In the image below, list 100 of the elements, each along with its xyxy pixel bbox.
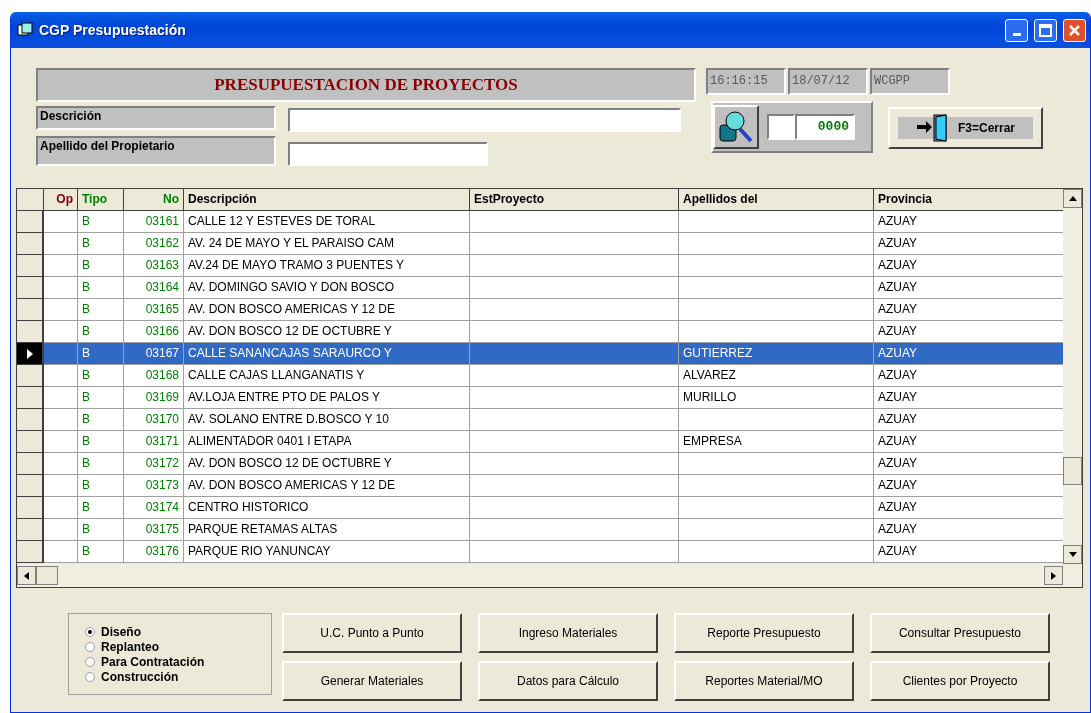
action-button[interactable]: Ingreso Materiales — [478, 613, 658, 653]
radio-option[interactable]: Construcción — [85, 669, 271, 684]
maximize-button[interactable] — [1034, 18, 1057, 42]
table-cell: AZUAY — [874, 233, 1063, 255]
radio-option[interactable]: Replanteo — [85, 639, 271, 654]
row-header[interactable] — [17, 299, 44, 321]
row-header[interactable] — [17, 211, 44, 233]
scroll-right-icon[interactable] — [1044, 566, 1063, 585]
search-button[interactable] — [713, 105, 759, 149]
table-cell — [44, 453, 78, 475]
table-cell: GUTIERREZ — [679, 343, 874, 365]
table-cell — [44, 299, 78, 321]
table-cell: 03165 — [124, 299, 184, 321]
table-cell: 03174 — [124, 497, 184, 519]
row-header[interactable] — [17, 431, 44, 453]
table-cell: AZUAY — [874, 211, 1063, 233]
time-display: 16:16:15 — [706, 68, 786, 95]
radio-button[interactable] — [85, 626, 95, 637]
table-cell: CALLE SANANCAJAS SARAURCO Y — [184, 343, 470, 365]
user-display: WCGPP — [870, 68, 950, 95]
table-cell: B — [78, 255, 124, 277]
table-cell: AV. DON BOSCO 12 DE OCTUBRE Y — [184, 321, 470, 343]
table-cell: PARQUE RETAMAS ALTAS — [184, 519, 470, 541]
column-header[interactable]: Apellidos del — [679, 189, 874, 212]
radio-option[interactable]: Para Contratación — [85, 654, 271, 669]
column-header[interactable]: No — [124, 189, 184, 212]
table-cell: B — [78, 387, 124, 409]
action-button[interactable]: U.C. Punto a Punto — [282, 613, 462, 653]
table-cell — [44, 343, 78, 365]
row-header[interactable] — [17, 387, 44, 409]
table-cell: 03171 — [124, 431, 184, 453]
table-cell: AV. DON BOSCO AMERICAS Y 12 DE — [184, 299, 470, 321]
radio-option[interactable]: Diseño — [85, 624, 271, 639]
input-field[interactable] — [288, 142, 488, 166]
close-icon — [1068, 23, 1081, 37]
table-cell — [44, 321, 78, 343]
action-button[interactable]: Datos para Cálculo — [478, 661, 658, 701]
table-cell: B — [78, 233, 124, 255]
table-cell: AZUAY — [874, 321, 1063, 343]
table-cell: 03164 — [124, 277, 184, 299]
column-header[interactable]: Descripción — [184, 189, 470, 212]
radio-button[interactable] — [85, 671, 95, 682]
scroll-up-icon[interactable] — [1063, 189, 1082, 208]
window-close-button[interactable] — [1063, 18, 1086, 42]
column-header[interactable]: Tipo — [78, 189, 124, 212]
row-header[interactable] — [17, 343, 44, 365]
row-header[interactable] — [17, 255, 44, 277]
scroll-left-icon[interactable] — [17, 566, 36, 585]
column-header[interactable]: Op — [44, 189, 78, 212]
row-header[interactable] — [17, 365, 44, 387]
table-cell: AV. DOMINGO SAVIO Y DON BOSCO — [184, 277, 470, 299]
table-cell: B — [78, 365, 124, 387]
row-header[interactable] — [17, 233, 44, 255]
app-icon — [17, 22, 33, 38]
table-cell — [44, 365, 78, 387]
table-cell: AZUAY — [874, 453, 1063, 475]
action-button[interactable]: Reporte Presupuesto — [674, 613, 854, 653]
scroll-down-icon[interactable] — [1063, 545, 1082, 564]
table-cell: 03167 — [124, 343, 184, 365]
table-cell: AZUAY — [874, 365, 1063, 387]
table-cell: AV. 24 DE MAYO Y EL PARAISO CAM — [184, 233, 470, 255]
table-cell: AV.LOJA ENTRE PTO DE PALOS Y — [184, 387, 470, 409]
table-cell: 03173 — [124, 475, 184, 497]
row-header[interactable] — [17, 541, 44, 563]
table-cell — [44, 497, 78, 519]
row-header[interactable] — [17, 497, 44, 519]
table-cell: B — [78, 475, 124, 497]
row-header[interactable] — [17, 277, 44, 299]
input-field[interactable] — [767, 114, 795, 140]
table-cell: AV. DON BOSCO 12 DE OCTUBRE Y — [184, 453, 470, 475]
table-cell: B — [78, 497, 124, 519]
radio-label: Construcción — [101, 669, 179, 684]
table-cell: B — [78, 453, 124, 475]
action-button[interactable]: Clientes por Proyecto — [870, 661, 1050, 701]
close-button[interactable]: F3=Cerrar — [888, 107, 1043, 149]
row-header[interactable] — [17, 475, 44, 497]
table-cell: 03163 — [124, 255, 184, 277]
minimize-button[interactable] — [1005, 18, 1028, 42]
action-button[interactable]: Reportes Material/MO — [674, 661, 854, 701]
scroll-thumb[interactable] — [36, 566, 58, 585]
table-cell: B — [78, 409, 124, 431]
table-cell: 03175 — [124, 519, 184, 541]
action-button[interactable]: Consultar Presupuesto — [870, 613, 1050, 653]
table-cell: 03170 — [124, 409, 184, 431]
input-field[interactable] — [288, 108, 681, 132]
table-cell: B — [78, 277, 124, 299]
table-cell — [44, 387, 78, 409]
row-header[interactable] — [17, 409, 44, 431]
scroll-thumb[interactable] — [1063, 457, 1082, 485]
table-cell: B — [78, 431, 124, 453]
radio-button[interactable] — [85, 656, 95, 667]
row-header[interactable] — [17, 519, 44, 541]
table-cell: AV. SOLANO ENTRE D.BOSCO Y 10 — [184, 409, 470, 431]
row-header[interactable] — [17, 321, 44, 343]
radio-button[interactable] — [85, 641, 95, 652]
column-header[interactable]: EstProyecto — [470, 189, 679, 212]
table-cell: CALLE CAJAS LLANGANATIS Y — [184, 365, 470, 387]
row-header[interactable] — [17, 453, 44, 475]
action-button[interactable]: Generar Materiales — [282, 661, 462, 701]
table-cell: PARQUE RIO YANUNCAY — [184, 541, 470, 563]
